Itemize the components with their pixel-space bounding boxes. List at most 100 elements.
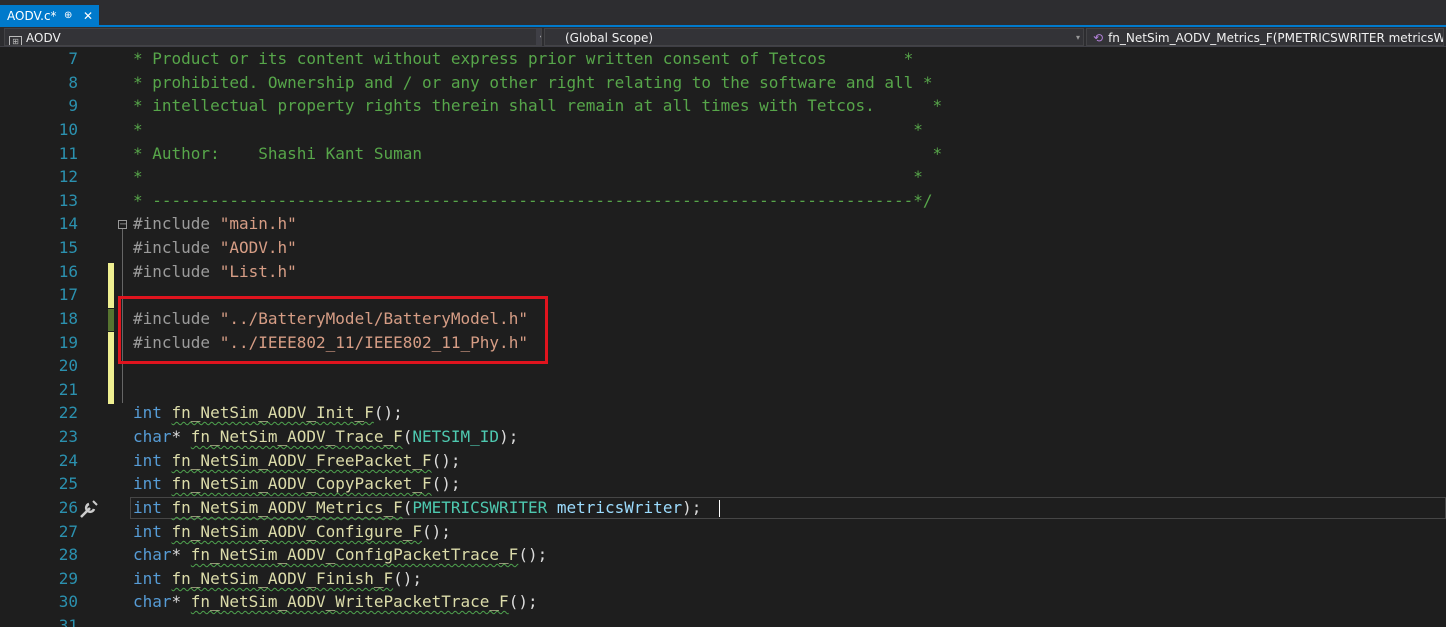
project-label: AODV — [26, 31, 61, 45]
code-token: (); — [431, 474, 461, 493]
code-line[interactable]: * --------------------------------------… — [133, 189, 933, 213]
document-tab-bar: AODV.c* ⊕ ✕ — [0, 0, 1446, 27]
code-token: PMETRICSWRITER — [412, 498, 548, 517]
code-line[interactable]: int fn_NetSim_AODV_Configure_F(); — [133, 520, 451, 544]
code-token: (); — [518, 545, 548, 564]
code-token: ); — [499, 427, 519, 446]
code-line[interactable]: char* fn_NetSim_AODV_WritePacketTrace_F(… — [133, 590, 538, 614]
line-number: 20 — [58, 356, 78, 375]
code-token: fn_NetSim_AODV_Init_F — [171, 403, 374, 422]
line-number: 15 — [58, 238, 78, 257]
line-number: 22 — [58, 403, 78, 422]
code-token: metricsWriter — [547, 498, 683, 517]
code-token: * --------------------------------------… — [133, 191, 933, 210]
line-number: 17 — [58, 285, 78, 304]
code-token: fn_NetSim_AODV_CopyPacket_F — [171, 474, 432, 493]
code-line[interactable]: * prohibited. Ownership and / or any oth… — [133, 71, 933, 95]
project-icon: ⊞ — [9, 36, 22, 45]
close-icon[interactable]: ✕ — [83, 5, 93, 27]
line-number: 16 — [58, 262, 78, 281]
code-token: (); — [421, 522, 451, 541]
scope-dropdown[interactable]: (Global Scope) ▾ — [544, 28, 1084, 46]
tab-label: AODV.c* — [7, 9, 57, 23]
code-token: int — [133, 451, 172, 470]
code-token: fn_NetSim_AODV_Trace_F — [190, 427, 403, 446]
code-token: #include — [133, 238, 220, 257]
code-token: * — [171, 592, 191, 611]
member-dropdown[interactable]: ⟲ fn_NetSim_AODV_Metrics_F(PMETRICSWRITER… — [1086, 28, 1444, 46]
code-line[interactable]: * Product or its content without express… — [133, 47, 913, 71]
code-token: fn_NetSim_AODV_Configure_F — [171, 522, 422, 541]
line-number: 31 — [58, 616, 78, 627]
code-line[interactable]: int fn_NetSim_AODV_Metrics_F(PMETRICSWRI… — [133, 496, 701, 520]
chevron-down-icon[interactable]: ▾ — [536, 29, 541, 45]
text-caret — [719, 500, 720, 517]
line-number: 9 — [68, 96, 78, 115]
code-line[interactable]: char* fn_NetSim_AODV_Trace_F(NETSIM_ID); — [133, 425, 518, 449]
code-line[interactable]: #include "List.h" — [133, 260, 297, 284]
code-token: * * — [133, 120, 923, 139]
code-token: "AODV.h" — [219, 238, 297, 257]
collapse-toggle[interactable]: − — [118, 220, 127, 230]
code-token: fn_NetSim_AODV_WritePacketTrace_F — [190, 592, 509, 611]
code-token: NETSIM_ID — [412, 427, 500, 446]
code-line[interactable]: int fn_NetSim_AODV_CopyPacket_F(); — [133, 472, 461, 496]
line-number: 28 — [58, 545, 78, 564]
code-token: int — [133, 474, 172, 493]
line-number: 27 — [58, 522, 78, 541]
code-token: * Product or its content without express… — [133, 49, 914, 68]
code-line[interactable]: * * — [133, 165, 923, 189]
line-number: 25 — [58, 474, 78, 493]
code-line[interactable]: #include "main.h" — [133, 212, 297, 236]
code-token: #include — [133, 214, 220, 233]
line-number: 10 — [58, 120, 78, 139]
code-editor[interactable]: − 7 * Product or its content without expr… — [0, 47, 1446, 627]
code-token: "List.h" — [219, 262, 297, 281]
quick-action-icon[interactable] — [78, 498, 102, 520]
chevron-down-icon: ▾ — [1075, 33, 1080, 42]
project-dropdown[interactable]: ⊞ AODV ▾ — [4, 28, 542, 46]
code-token: char — [133, 427, 172, 446]
code-token: * — [171, 427, 191, 446]
line-number: 14 — [58, 214, 78, 233]
line-number: 19 — [58, 333, 78, 352]
code-token: (); — [393, 569, 422, 588]
unsaved-change-marker — [108, 263, 114, 308]
line-number: 24 — [58, 451, 78, 470]
code-token: fn_NetSim_AODV_Finish_F — [171, 569, 394, 588]
line-number: 29 — [58, 569, 78, 588]
code-line[interactable]: int fn_NetSim_AODV_Finish_F(); — [133, 567, 422, 591]
code-token: ( — [402, 498, 413, 517]
pin-icon[interactable]: ⊕ — [64, 5, 72, 27]
code-token: (); — [373, 403, 403, 422]
code-line[interactable]: char* fn_NetSim_AODV_ConfigPacketTrace_F… — [133, 543, 547, 567]
saved-change-marker — [108, 309, 114, 331]
member-label: fn_NetSim_AODV_Metrics_F(PMETRICSWRITER … — [1108, 31, 1444, 45]
function-icon: ⟲ — [1093, 31, 1104, 45]
code-token: (); — [431, 451, 461, 470]
code-token: char — [133, 545, 172, 564]
code-line[interactable]: int fn_NetSim_AODV_Init_F(); — [133, 401, 403, 425]
code-token: int — [133, 498, 172, 517]
code-line[interactable]: * intellectual property rights therein s… — [133, 94, 942, 118]
code-token: ); — [682, 498, 702, 517]
unsaved-change-marker — [108, 332, 114, 404]
code-line[interactable]: int fn_NetSim_AODV_FreePacket_F(); — [133, 449, 461, 473]
code-token: fn_NetSim_AODV_Metrics_F — [171, 498, 403, 517]
line-number: 11 — [58, 144, 78, 163]
code-token: fn_NetSim_AODV_ConfigPacketTrace_F — [190, 545, 519, 564]
navigation-bar: ⊞ AODV ▾ (Global Scope) ▾ ⟲ fn_NetSim_AODV… — [0, 27, 1446, 47]
line-number: 7 — [68, 49, 78, 68]
line-number: 12 — [58, 167, 78, 186]
code-token: * — [171, 545, 191, 564]
tab-aodv-c[interactable]: AODV.c* ⊕ ✕ — [0, 5, 99, 27]
line-number: 21 — [58, 380, 78, 399]
line-number: 13 — [58, 191, 78, 210]
code-line[interactable]: #include "AODV.h" — [133, 236, 297, 260]
code-line[interactable]: * * — [133, 118, 923, 142]
code-token: ( — [402, 427, 413, 446]
line-number: 18 — [58, 309, 78, 328]
code-line[interactable]: * Author: Shashi Kant Suman * — [133, 142, 942, 166]
code-token: int — [133, 403, 172, 422]
code-token: * prohibited. Ownership and / or any oth… — [133, 73, 933, 92]
